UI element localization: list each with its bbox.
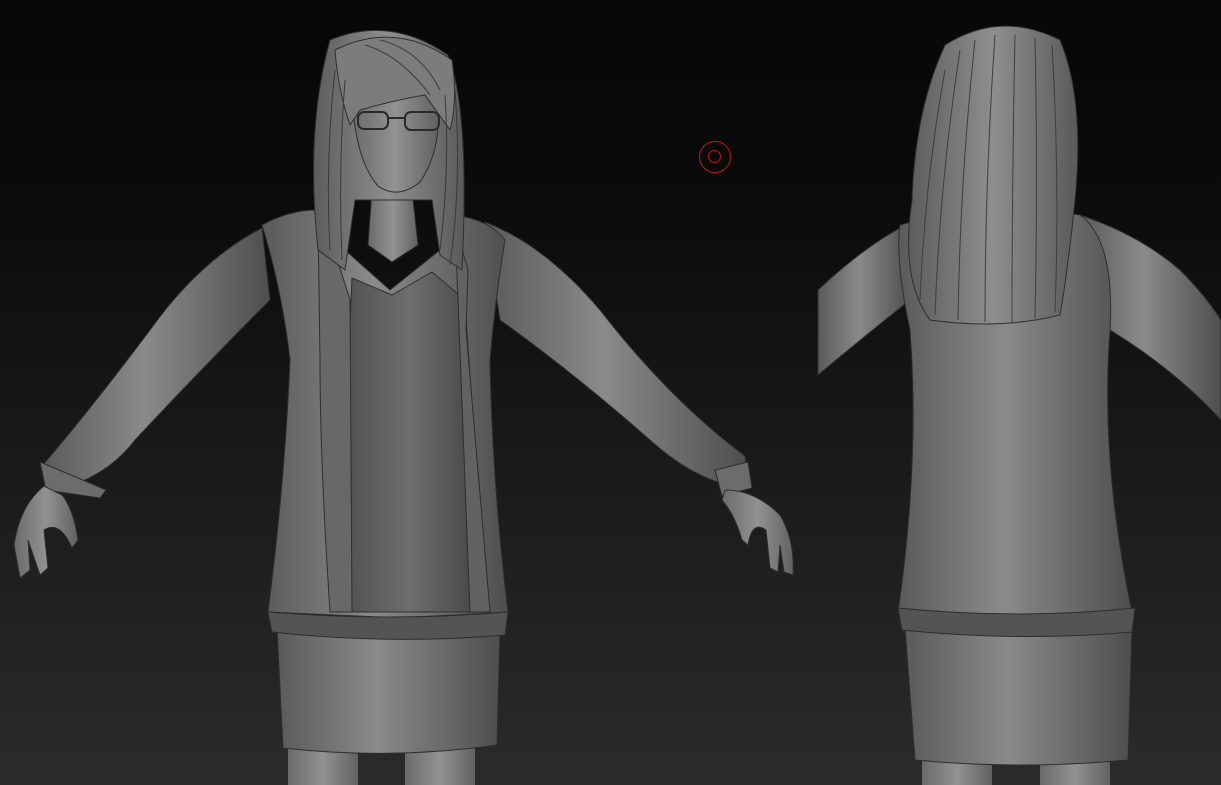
- front-skirt: [276, 627, 501, 754]
- sculpt-scene: [13, 25, 1221, 785]
- back-hair: [908, 25, 1079, 325]
- front-right-arm: [484, 221, 749, 489]
- front-left-arm: [41, 227, 271, 493]
- front-right-hand: [721, 489, 794, 576]
- character-front-view[interactable]: [13, 29, 794, 785]
- front-neck: [367, 189, 419, 263]
- character-back-view[interactable]: [817, 25, 1221, 785]
- front-left-hand: [13, 485, 79, 579]
- back-skirt: [904, 627, 1133, 766]
- 3d-viewport[interactable]: [0, 0, 1221, 785]
- back-left-arm: [817, 227, 911, 377]
- brush-cursor-icon: [699, 141, 731, 173]
